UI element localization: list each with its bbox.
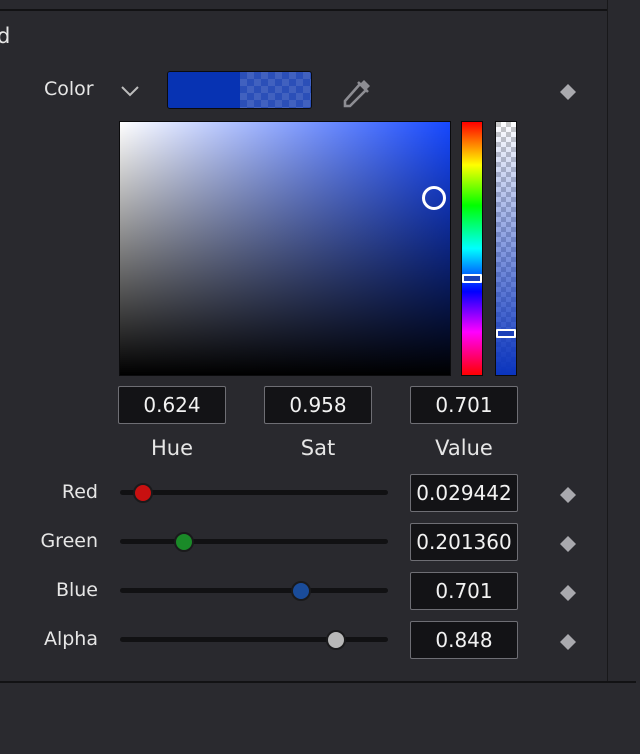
hue-slider-bar[interactable] <box>461 121 483 376</box>
keyframe-diamond-icon[interactable] <box>558 583 578 603</box>
alpha-slider-handle[interactable] <box>496 329 516 338</box>
red-label: Red <box>61 481 98 503</box>
panel-divider-top <box>0 9 607 11</box>
color-swatch-alpha <box>240 72 311 108</box>
sv-cursor[interactable] <box>422 186 446 210</box>
chevron-down-icon[interactable] <box>119 80 141 102</box>
hue-input[interactable]: 0.624 <box>118 386 226 424</box>
red-input[interactable]: 0.029442 <box>410 474 518 512</box>
blue-label: Blue <box>55 579 98 601</box>
color-swatch[interactable] <box>167 71 312 109</box>
red-slider-track[interactable] <box>120 490 388 495</box>
keyframe-diamond-icon[interactable] <box>558 485 578 505</box>
alpha-slider-bar[interactable] <box>495 121 517 376</box>
keyframe-diamond-icon[interactable] <box>558 82 578 102</box>
panel-divider-right <box>607 0 608 682</box>
red-slider-knob[interactable] <box>132 483 153 503</box>
green-label: Green <box>40 530 98 552</box>
alpha-label: Alpha <box>43 628 98 650</box>
value-input[interactable]: 0.701 <box>410 386 518 424</box>
color-swatch-solid <box>168 72 240 108</box>
hue-slider-handle[interactable] <box>462 274 482 283</box>
eyedropper-icon[interactable] <box>340 76 374 110</box>
keyframe-diamond-icon[interactable] <box>558 534 578 554</box>
alpha-slider-track[interactable] <box>120 637 388 642</box>
alpha-slider-knob[interactable] <box>326 630 347 650</box>
panel-footer-area <box>0 683 640 754</box>
green-input[interactable]: 0.201360 <box>410 523 518 561</box>
color-label: Color <box>44 78 94 100</box>
alpha-input[interactable]: 0.848 <box>410 621 518 659</box>
green-slider-knob[interactable] <box>173 532 194 552</box>
saturation-value-area[interactable] <box>119 121 451 376</box>
blue-slider-track[interactable] <box>120 588 388 593</box>
panel-title: d <box>0 24 11 48</box>
keyframe-diamond-icon[interactable] <box>558 632 578 652</box>
value-label: Value <box>435 436 493 460</box>
sat-input[interactable]: 0.958 <box>264 386 372 424</box>
green-slider-track[interactable] <box>120 539 388 544</box>
hue-label: Hue <box>150 436 194 460</box>
blue-slider-knob[interactable] <box>291 581 312 601</box>
blue-input[interactable]: 0.701 <box>410 572 518 610</box>
sat-label: Sat <box>300 436 336 460</box>
